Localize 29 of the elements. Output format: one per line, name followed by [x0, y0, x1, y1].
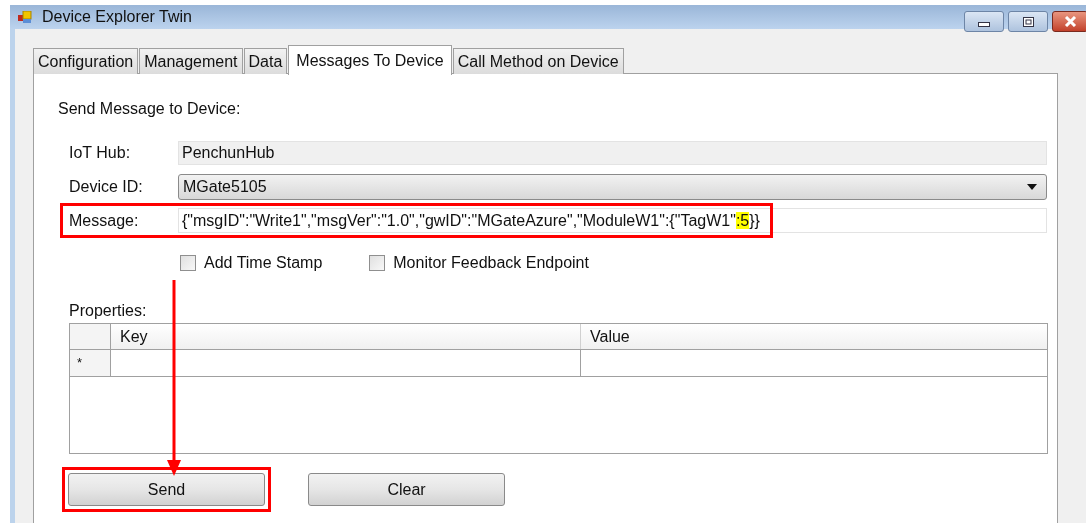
- tab[interactable]: Configuration: [33, 48, 139, 74]
- checkbox[interactable]: [180, 255, 196, 271]
- tab[interactable]: Management: [139, 48, 243, 74]
- column-header[interactable]: Key: [111, 324, 581, 349]
- minimize-icon: [978, 22, 990, 27]
- window-title: Device Explorer Twin: [42, 7, 192, 27]
- tab[interactable]: Messages To Device: [288, 45, 452, 75]
- field-label: IoT Hub:: [69, 142, 132, 163]
- close-icon: [1063, 16, 1077, 27]
- minimize-button[interactable]: [964, 11, 1004, 32]
- checkbox-label: Monitor Feedback Endpoint: [393, 253, 589, 273]
- send-button[interactable]: Send: [68, 473, 265, 506]
- app-icon: [18, 10, 32, 24]
- field-label: Message:: [69, 210, 140, 231]
- checkbox[interactable]: [369, 255, 386, 271]
- maximize-icon: [1022, 16, 1034, 27]
- checkbox-label: Add Time Stamp: [204, 253, 323, 273]
- new-row-marker: *: [70, 350, 111, 376]
- device-dropdown[interactable]: MGate5105: [178, 173, 1047, 200]
- readonly-field[interactable]: PenchunHub: [178, 140, 1047, 165]
- tab[interactable]: Data: [243, 48, 288, 74]
- section-title: Send Message to Device:: [58, 100, 242, 118]
- dropdown-arrow-icon: [1027, 183, 1037, 190]
- maximize-button[interactable]: [1008, 11, 1048, 32]
- tab[interactable]: Call Method on Device: [452, 48, 624, 74]
- field-label: Device ID:: [69, 176, 144, 197]
- properties-label: Properties:: [69, 302, 148, 320]
- clear-button[interactable]: Clear: [308, 473, 505, 506]
- close-button[interactable]: [1052, 11, 1086, 32]
